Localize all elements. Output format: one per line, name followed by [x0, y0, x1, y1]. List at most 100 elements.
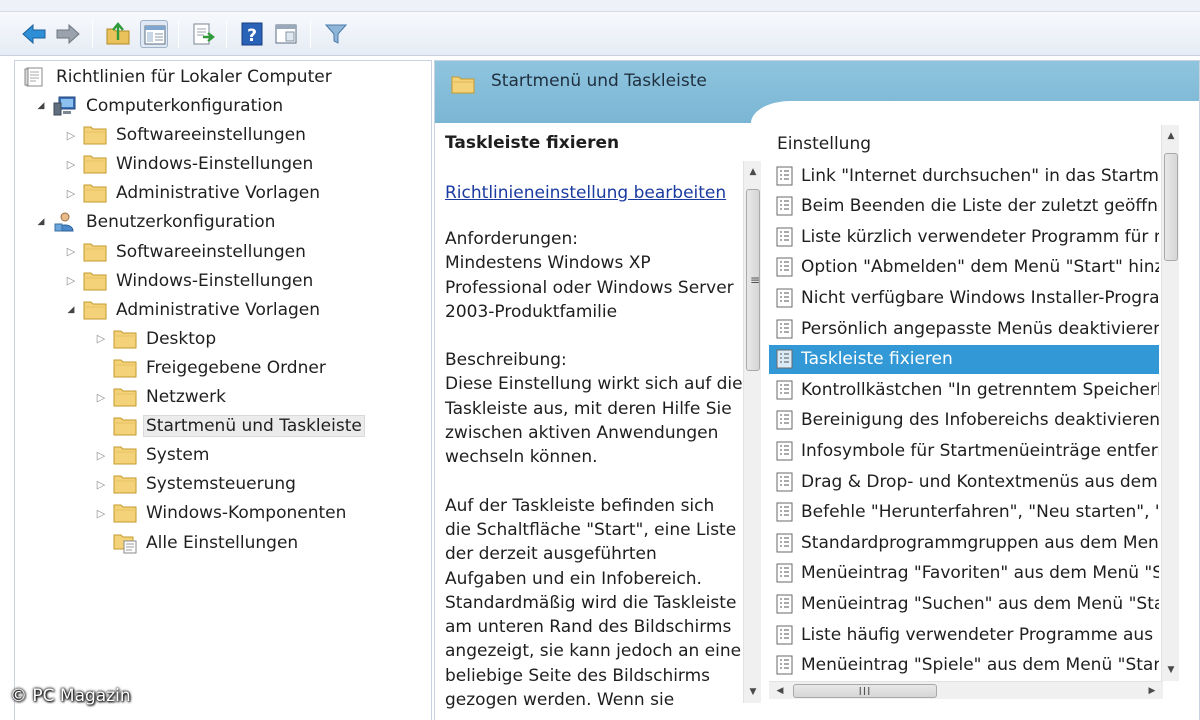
setting-row[interactable]: Kontrollkästchen "In getrenntem Speicher…: [769, 375, 1159, 404]
tree-item-admin-templates-1[interactable]: ▷ Administrative Vorlagen: [63, 180, 323, 206]
details-header-title: Startmenü und Taskleiste: [491, 71, 707, 91]
tree-item-system[interactable]: ▷ System: [93, 442, 212, 468]
show-hide-tree-icon[interactable]: [140, 20, 168, 48]
setting-label: Drag & Drop- und Kontextmenüs aus dem S: [801, 471, 1159, 492]
tree-item-startmenu-taskbar[interactable]: Startmenü und Taskleiste: [93, 413, 365, 439]
setting-row[interactable]: Link "Internet durchsuchen" in das Start…: [769, 161, 1159, 190]
tree-item-desktop[interactable]: ▷ Desktop: [93, 326, 219, 352]
expand-arrow-icon[interactable]: ▷: [63, 185, 79, 201]
tree-item-network[interactable]: ▷ Netzwerk: [93, 384, 229, 410]
setting-row[interactable]: Menüeintrag "Favoriten" aus dem Menü "St: [769, 559, 1159, 588]
policy-setting-icon: [775, 288, 795, 308]
expand-arrow-icon[interactable]: ▷: [93, 331, 109, 347]
folder-icon: [83, 153, 107, 175]
expand-arrow-icon[interactable]: ▷: [93, 476, 109, 492]
up-folder-icon[interactable]: [104, 20, 132, 48]
collapse-arrow-icon[interactable]: ◢: [33, 98, 49, 114]
setting-row[interactable]: Bereinigung des Infobereichs deaktiviere…: [769, 406, 1159, 435]
setting-label: Persönlich angepasste Menüs deaktivieren: [801, 318, 1159, 339]
policy-setting-icon: [775, 441, 795, 461]
collapse-arrow-icon[interactable]: ◢: [63, 302, 79, 318]
policy-setting-icon: [775, 655, 795, 675]
policy-setting-icon: [775, 380, 795, 400]
list-scroll-down-arrow-icon[interactable]: ▼: [1162, 661, 1180, 679]
tree-item-windows-components[interactable]: ▷ Windows-Komponenten: [93, 500, 349, 526]
tree-item-shared-folders[interactable]: Freigegebene Ordner: [93, 355, 329, 381]
tree-item-label: Administrative Vorlagen: [116, 183, 321, 204]
scroll-right-arrow-icon[interactable]: ▶: [1143, 682, 1161, 700]
filter-icon[interactable]: [322, 20, 350, 48]
tree-item-label: Windows-Einstellungen: [116, 154, 314, 175]
tree-item-windows-settings-2[interactable]: ▷ Windows-Einstellungen: [63, 268, 316, 294]
setting-label: Bereinigung des Infobereichs deaktiviere…: [801, 410, 1159, 431]
watermark: © PC Magazin: [10, 686, 131, 706]
tree-item-label: Startmenü und Taskleiste: [143, 415, 365, 438]
setting-row[interactable]: Menüeintrag "Suchen" aus dem Menü "Star: [769, 589, 1159, 618]
setting-label: Option "Abmelden" dem Menü "Start" hinzu: [801, 257, 1159, 278]
tree-item-software-settings-1[interactable]: ▷ Softwareeinstellungen: [63, 122, 309, 148]
scroll-thumb[interactable]: ≡: [746, 189, 760, 371]
tree-item-computer-config[interactable]: ◢ Computerkonfiguration: [33, 93, 286, 119]
setting-row[interactable]: Persönlich angepasste Menüs deaktivieren: [769, 314, 1159, 343]
setting-row[interactable]: Drag & Drop- und Kontextmenüs aus dem S: [769, 467, 1159, 496]
expand-arrow-icon[interactable]: ▷: [63, 273, 79, 289]
edit-policy-link[interactable]: Richtlinieneinstellung bearbeiten: [445, 183, 726, 203]
expand-arrow-icon[interactable]: ▷: [93, 505, 109, 521]
forward-arrow-icon[interactable]: [54, 20, 82, 48]
user-icon: [53, 211, 77, 233]
column-header-setting[interactable]: Einstellung: [769, 125, 1163, 163]
expand-arrow-icon[interactable]: ▷: [63, 156, 79, 172]
setting-row[interactable]: Befehle "Herunterfahren", "Neu starten",…: [769, 498, 1159, 527]
tree-item-label: Computerkonfiguration: [86, 96, 284, 116]
expand-arrow-icon[interactable]: ▷: [93, 389, 109, 405]
setting-row[interactable]: Liste häufig verwendeter Programme aus d…: [769, 620, 1159, 649]
settings-hscrollbar[interactable]: ◀ III ▶: [769, 681, 1163, 699]
setting-row[interactable]: Menüeintrag "Spiele" aus dem Menü "Start…: [769, 651, 1159, 680]
tree-root[interactable]: Richtlinien für Lokaler Computer: [23, 64, 335, 90]
tree-pane: Richtlinien für Lokaler Computer ◢ Comput…: [14, 60, 432, 720]
setting-label: Link "Internet durchsuchen" in das Start…: [801, 165, 1159, 186]
tree-item-label: Softwareeinstellungen: [116, 241, 306, 262]
tree-item-user-config[interactable]: ◢ Benutzerkonfiguration: [33, 209, 278, 235]
expand-arrow-icon[interactable]: ▷: [63, 244, 79, 260]
tree-item-label: Administrative Vorlagen: [116, 299, 321, 320]
expand-arrow-icon[interactable]: ▷: [93, 447, 109, 463]
folder-icon: [83, 182, 107, 204]
computer-icon: [53, 95, 77, 117]
tree-item-windows-settings-1[interactable]: ▷ Windows-Einstellungen: [63, 151, 316, 177]
hscroll-thumb[interactable]: III: [793, 684, 937, 698]
policy-setting-icon: [775, 227, 795, 247]
tree-item-all-settings[interactable]: Alle Einstellungen: [93, 530, 301, 556]
scroll-down-arrow-icon[interactable]: ▼: [744, 683, 762, 701]
setting-label: Befehle "Herunterfahren", "Neu starten",…: [801, 502, 1159, 523]
expand-arrow-icon[interactable]: ▷: [63, 127, 79, 143]
details-pane: Startmenü und Taskleiste Taskleiste fixi…: [434, 60, 1200, 720]
properties-window-icon[interactable]: [272, 20, 300, 48]
tree-item-software-settings-2[interactable]: ▷ Softwareeinstellungen: [63, 239, 309, 265]
setting-row[interactable]: Beim Beenden die Liste der zuletzt geöff…: [769, 192, 1159, 221]
collapse-arrow-icon[interactable]: ◢: [33, 214, 49, 230]
tree-item-control-panel[interactable]: ▷ Systemsteuerung: [93, 471, 299, 497]
back-arrow-icon[interactable]: [20, 20, 48, 48]
scroll-up-arrow-icon[interactable]: ▲: [744, 163, 762, 181]
setting-row[interactable]: Option "Abmelden" dem Menü "Start" hinzu: [769, 253, 1159, 282]
folder-icon: [83, 241, 107, 263]
setting-row[interactable]: Liste kürzlich verwendeter Programm für …: [769, 222, 1159, 251]
list-scroll-up-arrow-icon[interactable]: ▲: [1162, 127, 1180, 145]
export-list-icon[interactable]: [190, 20, 218, 48]
setting-label: Menüeintrag "Suchen" aus dem Menü "Star: [801, 593, 1159, 614]
help-icon[interactable]: ?: [238, 20, 266, 48]
setting-row[interactable]: Taskleiste fixieren: [769, 344, 1159, 374]
settings-scrollbar[interactable]: ▲ ▼: [1161, 125, 1179, 681]
tree-item-admin-templates-2[interactable]: ◢ Administrative Vorlagen: [63, 297, 323, 323]
tree-item-label: Desktop: [146, 328, 217, 349]
folder-icon: [113, 357, 137, 379]
scroll-left-arrow-icon[interactable]: ◀: [771, 682, 789, 700]
setting-row[interactable]: Nicht verfügbare Windows Installer-Progr…: [769, 283, 1159, 312]
list-scroll-thumb[interactable]: [1164, 153, 1178, 261]
setting-row[interactable]: Standardprogrammgruppen aus dem Menü: [769, 528, 1159, 557]
description-scrollbar[interactable]: ▲ ≡ ▼: [743, 161, 761, 703]
setting-row[interactable]: Infosymbole für Startmenüeinträge entfer…: [769, 436, 1159, 465]
policy-setting-icon: [775, 502, 795, 522]
